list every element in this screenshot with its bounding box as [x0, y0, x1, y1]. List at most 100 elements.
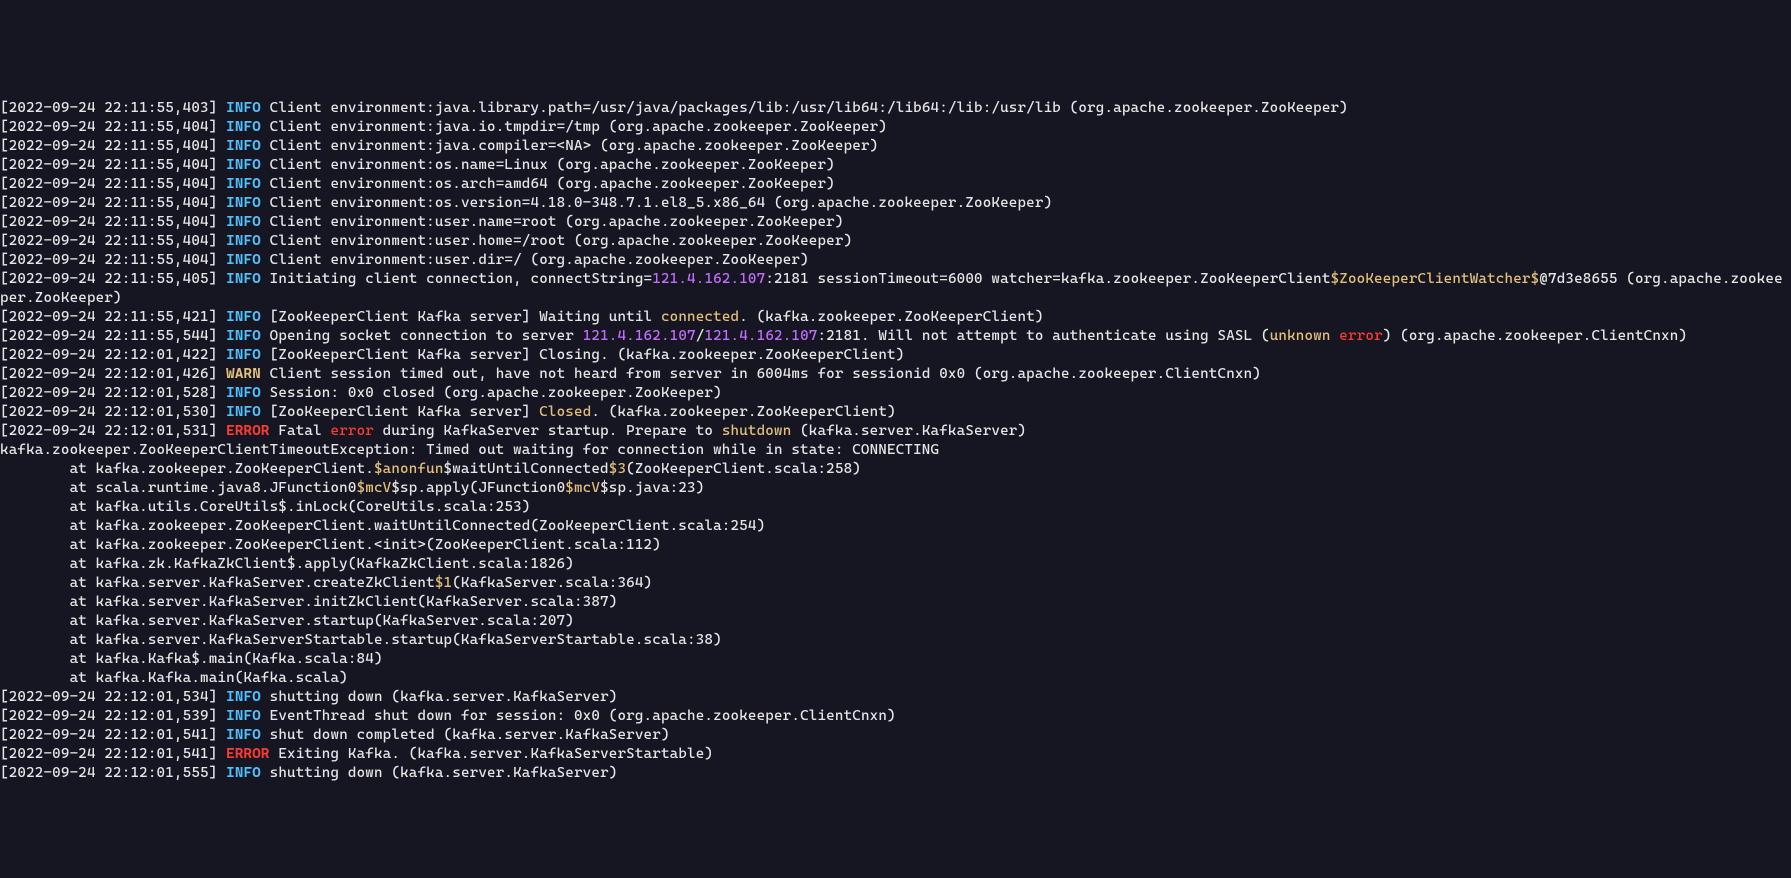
log-level: INFO	[226, 138, 261, 154]
terminal-output[interactable]: [2022-09-24 22:11:55,403] INFO Client en…	[0, 95, 1791, 783]
log-bracket: [	[0, 309, 9, 325]
log-timestamp: 2022-09-24 22:11:55,404	[9, 214, 209, 230]
log-bracket: ]	[209, 252, 226, 268]
log-bracket: ]	[209, 157, 226, 173]
log-level: INFO	[226, 404, 261, 420]
log-bracket: [	[0, 385, 9, 401]
log-bracket: [	[0, 423, 9, 439]
log-segment: connected	[661, 309, 739, 325]
log-segment: at kafka.utils.CoreUtils$.inLock(CoreUti…	[0, 499, 530, 515]
log-bracket: ]	[209, 404, 226, 420]
log-timestamp: 2022-09-24 22:12:01,531	[9, 423, 209, 439]
log-segment: Client environment:user.home=/root (org.…	[270, 233, 853, 249]
log-bracket: [	[0, 347, 9, 363]
log-bracket: [	[0, 366, 9, 382]
log-segment: Closed	[539, 404, 591, 420]
log-timestamp: 2022-09-24 22:12:01,539	[9, 708, 209, 724]
log-segment: Fatal	[278, 423, 330, 439]
stack-line: at kafka.zookeeper.ZooKeeperClient.<init…	[0, 536, 1791, 555]
log-timestamp: 2022-09-24 22:11:55,421	[9, 309, 209, 325]
log-bracket: ]	[209, 385, 226, 401]
log-bracket: [	[0, 689, 9, 705]
log-timestamp: 2022-09-24 22:11:55,544	[9, 328, 209, 344]
log-timestamp: 2022-09-24 22:12:01,555	[9, 765, 209, 781]
log-segment: Client environment:os.name=Linux (org.ap…	[270, 157, 835, 173]
log-segment: at kafka.server.KafkaServer.initZkClient…	[0, 594, 617, 610]
log-bracket: ]	[209, 423, 226, 439]
log-bracket: ]	[209, 727, 226, 743]
log-segment: shutdown	[722, 423, 792, 439]
log-segment: $3	[609, 461, 626, 477]
log-bracket: [	[0, 727, 9, 743]
stack-line: at kafka.server.KafkaServer.initZkClient…	[0, 593, 1791, 612]
log-level: INFO	[226, 385, 261, 401]
log-segment: unknown	[1270, 328, 1331, 344]
log-line: [2022-09-24 22:12:01,534] INFO shutting …	[0, 688, 1791, 707]
log-bracket: [	[0, 765, 9, 781]
log-segment: . (kafka.zookeeper.ZooKeeperClient)	[591, 404, 895, 420]
log-segment: 121.4.162.107	[583, 328, 696, 344]
log-segment	[1331, 328, 1340, 344]
log-bracket: [	[0, 176, 9, 192]
log-segment: shutting down (kafka.server.KafkaServer)	[270, 689, 618, 705]
log-segment: . (kafka.zookeeper.ZooKeeperClient)	[739, 309, 1043, 325]
log-line: [2022-09-24 22:12:01,426] WARN Client se…	[0, 365, 1791, 384]
log-line: [2022-09-24 22:12:01,530] INFO [ZooKeepe…	[0, 403, 1791, 422]
log-line: [2022-09-24 22:11:55,404] INFO Client en…	[0, 194, 1791, 213]
stack-line: at kafka.server.KafkaServer.createZkClie…	[0, 574, 1791, 593]
log-segment: Client session timed out, have not heard…	[270, 366, 1261, 382]
stack-line: at kafka.server.KafkaServer.startup(Kafk…	[0, 612, 1791, 631]
log-segment: :2181. Will not attempt to authenticate …	[818, 328, 1270, 344]
log-segment: EventThread shut down for session: 0x0 (…	[270, 708, 896, 724]
stack-line: at kafka.zookeeper.ZooKeeperClient.waitU…	[0, 517, 1791, 536]
log-level: ERROR	[226, 746, 269, 762]
log-level: INFO	[226, 309, 261, 325]
log-bracket: [	[0, 328, 9, 344]
log-bracket: ]	[209, 271, 226, 287]
log-bracket: ]	[209, 100, 226, 116]
log-line: [2022-09-24 22:11:55,544] INFO Opening s…	[0, 327, 1791, 346]
log-segment: at kafka.zookeeper.ZooKeeperClient.	[0, 461, 374, 477]
log-segment: [ZooKeeperClient Kafka server]	[270, 404, 540, 420]
stack-line: at kafka.zk.KafkaZkClient$.apply(KafkaZk…	[0, 555, 1791, 574]
log-level: INFO	[226, 689, 261, 705]
log-timestamp: 2022-09-24 22:11:55,403	[9, 100, 209, 116]
log-bracket: ]	[209, 233, 226, 249]
log-level: INFO	[226, 100, 261, 116]
log-bracket: [	[0, 195, 9, 211]
log-bracket: [	[0, 404, 9, 420]
log-segment: at kafka.Kafka.main(Kafka.scala)	[0, 670, 348, 686]
log-timestamp: 2022-09-24 22:11:55,405	[9, 271, 209, 287]
log-segment: at kafka.Kafka$.main(Kafka.scala:84)	[0, 651, 383, 667]
log-line: [2022-09-24 22:11:55,404] INFO Client en…	[0, 118, 1791, 137]
log-segment: Client environment:os.arch=amd64 (org.ap…	[270, 176, 835, 192]
log-segment: Client environment:os.version=4.18.0-348…	[270, 195, 1053, 211]
log-level: WARN	[226, 366, 261, 382]
log-timestamp: 2022-09-24 22:11:55,404	[9, 157, 209, 173]
log-segment: kafka.zookeeper.ZooKeeperClientTimeoutEx…	[0, 442, 939, 458]
log-bracket: [	[0, 746, 9, 762]
log-segment: (kafka.server.KafkaServer)	[791, 423, 1026, 439]
log-segment: shutting down (kafka.server.KafkaServer)	[270, 765, 618, 781]
log-bracket: ]	[209, 328, 226, 344]
log-segment: $mcV	[565, 480, 600, 496]
log-segment: [ZooKeeperClient Kafka server] Closing. …	[270, 347, 905, 363]
log-segment: error	[1339, 328, 1382, 344]
log-segment: (KafkaServer.scala:364)	[452, 575, 652, 591]
log-line: [2022-09-24 22:12:01,528] INFO Session: …	[0, 384, 1791, 403]
log-bracket: [	[0, 271, 9, 287]
log-timestamp: 2022-09-24 22:11:55,404	[9, 176, 209, 192]
log-bracket: ]	[209, 765, 226, 781]
log-segment: $sp.apply(JFunction0	[391, 480, 565, 496]
log-level: INFO	[226, 252, 261, 268]
log-bracket: [	[0, 233, 9, 249]
log-line: [2022-09-24 22:12:01,539] INFO EventThre…	[0, 707, 1791, 726]
log-line: [2022-09-24 22:11:55,404] INFO Client en…	[0, 156, 1791, 175]
log-bracket: [	[0, 252, 9, 268]
log-timestamp: 2022-09-24 22:11:55,404	[9, 252, 209, 268]
log-bracket: ]	[209, 309, 226, 325]
log-timestamp: 2022-09-24 22:12:01,422	[9, 347, 209, 363]
log-bracket: ]	[209, 195, 226, 211]
log-level: INFO	[226, 347, 261, 363]
log-timestamp: 2022-09-24 22:11:55,404	[9, 233, 209, 249]
